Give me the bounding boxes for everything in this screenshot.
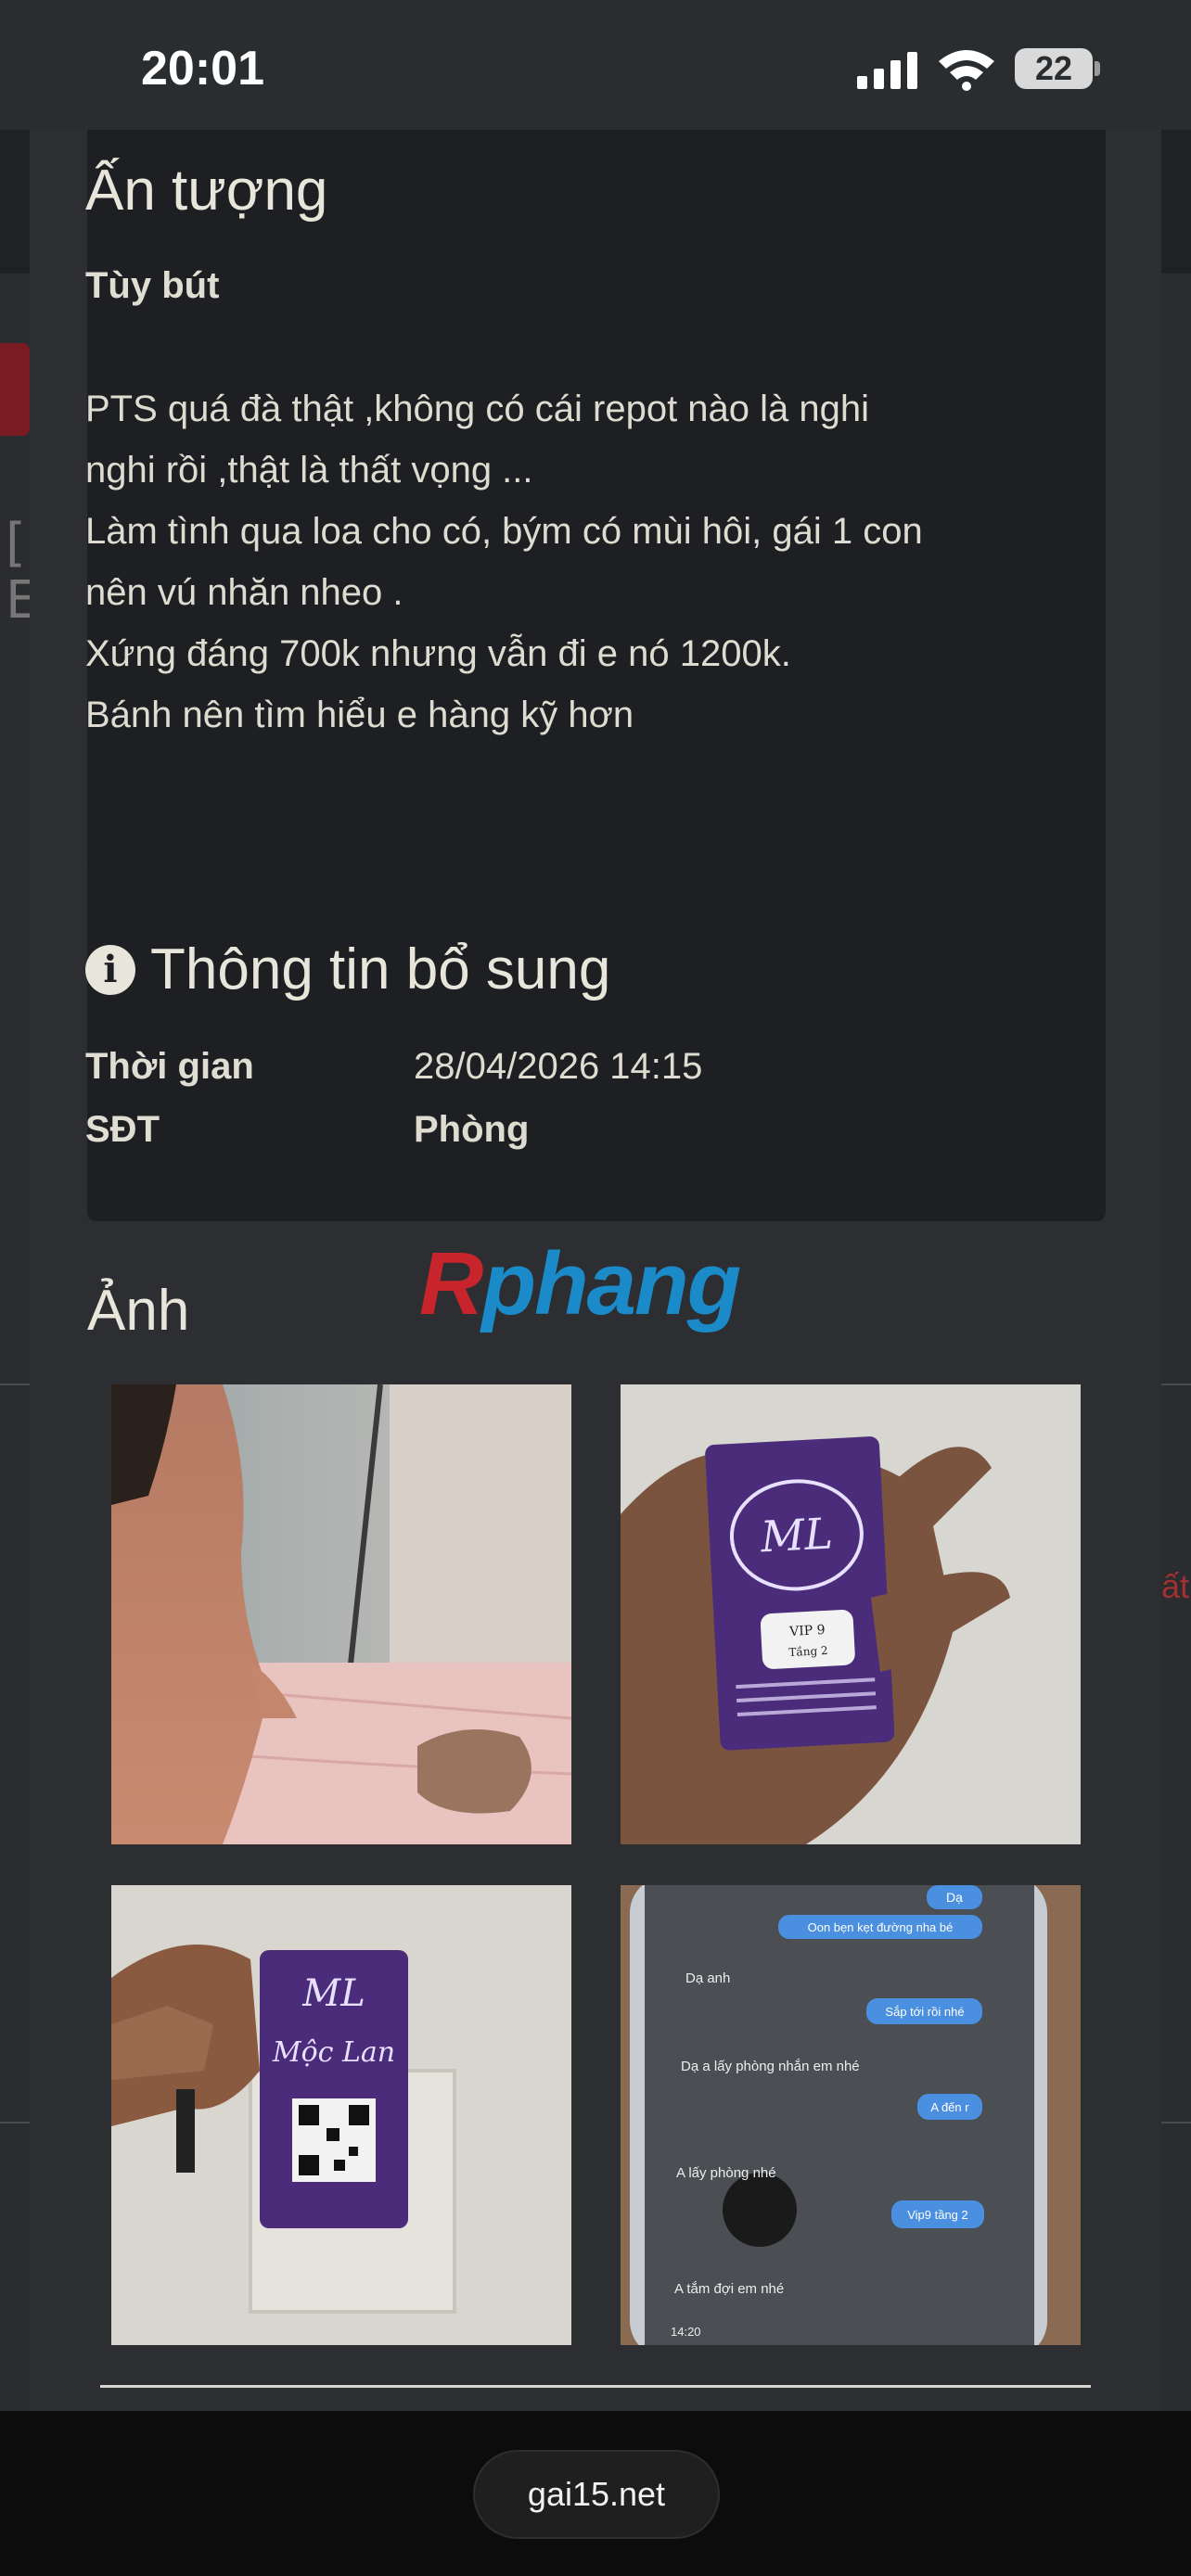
svg-text:Dạ anh: Dạ anh (685, 1970, 730, 1986)
info-heading: i Thông tin bổ sung (85, 937, 610, 1002)
impression-subtitle: Tùy bút (85, 265, 220, 306)
review-text: PTS quá đà thật ,không có cái repot nào … (85, 378, 1013, 746)
info-row-time: Thời gian 28/04/2026 14:15 (85, 1046, 702, 1088)
review-line: Xứng đáng 700k nhưng vẫn đi e nó 1200k. (85, 633, 791, 674)
battery-icon: 22 (1015, 48, 1093, 89)
svg-text:VIP 9: VIP 9 (788, 1623, 826, 1639)
svg-text:14:20: 14:20 (671, 2325, 701, 2339)
review-line: nghi rồi ,thật là thất vọng ... (85, 450, 533, 491)
photo-3[interactable]: ML Mộc Lan (111, 1885, 571, 2345)
info-value: 28/04/2026 14:15 (414, 1046, 703, 1087)
review-line: nên vú nhăn nheo . (85, 572, 403, 613)
info-card (87, 856, 1106, 1221)
info-label: SĐT (85, 1109, 160, 1150)
info-row-phone: SĐT Phòng (85, 1109, 529, 1151)
svg-text:Tầng 2: Tầng 2 (788, 1643, 828, 1659)
svg-text:Vip9 tầng 2: Vip9 tầng 2 (907, 2208, 968, 2222)
status-time: 20:01 (141, 42, 264, 96)
background-red-tab (0, 343, 30, 436)
modal-divider (100, 2385, 1091, 2388)
background-red-text: ất (1161, 1567, 1190, 1605)
cellular-signal-icon (857, 48, 917, 89)
svg-text:A tắm đợi em nhé: A tắm đợi em nhé (674, 2281, 784, 2297)
battery-nub (1095, 61, 1100, 76)
impression-heading: Ấn tượng (85, 159, 328, 223)
review-line: Làm tình qua loa cho có, bým có mùi hôi,… (85, 511, 923, 552)
svg-text:Sắp tới rồi nhé: Sắp tới rồi nhé (885, 2005, 964, 2019)
svg-text:Dạ: Dạ (946, 1890, 963, 1905)
review-line: Bánh nên tìm hiểu e hàng kỹ hơn (85, 695, 634, 735)
svg-text:Mộc Lan: Mộc Lan (272, 2036, 395, 2069)
svg-text:A lấy phòng nhé: A lấy phòng nhé (676, 2165, 776, 2181)
review-line: PTS quá đà thật ,không có cái repot nào … (85, 389, 870, 429)
svg-text:Dạ a lấy phòng nhắn em nhé: Dạ a lấy phòng nhắn em nhé (681, 2059, 860, 2074)
status-bar: 20:01 22 (0, 0, 1191, 130)
info-circle-icon: i (85, 944, 135, 995)
photo-2[interactable]: ML VIP 9 Tầng 2 (621, 1384, 1081, 1844)
wifi-icon (939, 50, 994, 91)
svg-text:ML: ML (301, 1972, 365, 2015)
info-label: Thời gian (85, 1046, 254, 1087)
photo-1[interactable] (111, 1384, 571, 1844)
review-modal[interactable]: Ấn tượng Tùy bút PTS quá đà thật ,không … (30, 130, 1161, 2411)
info-value: Phòng (414, 1109, 530, 1150)
site-watermark-logo: Rphang (419, 1234, 741, 1333)
photo-4[interactable]: Dạ Oon bẹn kẹt đường nha bé Dạ anh Sắp t… (621, 1885, 1081, 2345)
svg-text:Oon bẹn kẹt đường nha bé: Oon bẹn kẹt đường nha bé (808, 1920, 954, 1934)
photos-heading: Ảnh (87, 1279, 190, 1343)
svg-text:A đến r: A đến r (930, 2100, 969, 2114)
info-title: Thông tin bổ sung (150, 937, 611, 1001)
svg-text:ML: ML (759, 1508, 834, 1562)
address-bar[interactable]: gai15.net (473, 2450, 720, 2539)
